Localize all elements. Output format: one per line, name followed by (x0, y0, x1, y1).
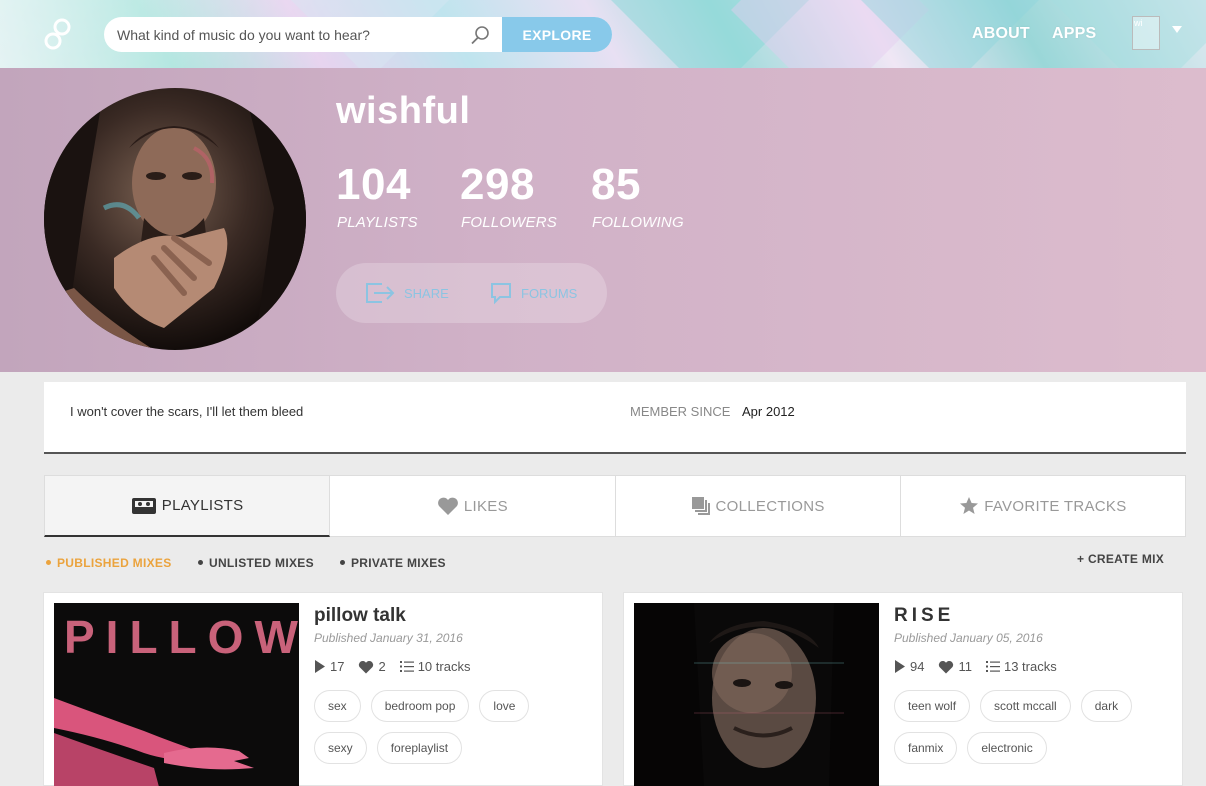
nav-about[interactable]: ABOUT (972, 25, 1030, 43)
following-count[interactable]: 85 (591, 160, 641, 210)
speech-bubble-icon (491, 283, 511, 305)
mix-tag[interactable]: scott mccall (980, 690, 1071, 722)
mix-published-date: Published January 31, 2016 (314, 631, 463, 645)
bullet-icon (340, 560, 345, 565)
tab-playlists-label: PLAYLISTS (161, 497, 244, 514)
mix-likes-count: 11 (958, 659, 972, 674)
share-button[interactable]: SHARE (364, 263, 449, 323)
tab-favorite-tracks[interactable]: FAVORITE TRACKS (900, 475, 1186, 537)
profile-photo (44, 88, 306, 350)
mix-likes: 2 (358, 659, 386, 674)
mix-tag[interactable]: fanmix (894, 732, 958, 764)
mix-card: PILLOW pillow talk Published January 31,… (43, 592, 603, 786)
bullet-icon (46, 560, 51, 565)
heart-icon (437, 497, 458, 515)
share-label: SHARE (404, 285, 449, 301)
star-icon (960, 497, 979, 514)
mix-tags: teen wolf scott mccall dark fanmix elect… (894, 690, 1174, 774)
tab-likes-label: LIKES (463, 497, 508, 515)
share-icon (366, 283, 395, 303)
forums-button[interactable]: FORUMS (489, 263, 577, 323)
list-icon (985, 661, 1000, 672)
mix-stats: 94 11 13 tracks (894, 659, 1071, 674)
collections-icon (691, 497, 710, 515)
mix-title[interactable]: pillow talk (314, 605, 406, 627)
list-icon (399, 661, 414, 672)
search-input[interactable] (104, 17, 502, 52)
mix-tag[interactable]: dark (1080, 690, 1133, 722)
forums-label: FORUMS (521, 285, 578, 301)
8tracks-logo-icon[interactable] (40, 16, 76, 52)
search-bar: EXPLORE (104, 17, 612, 52)
mix-published-date: Published January 05, 2016 (894, 631, 1043, 645)
mix-tag[interactable]: foreplaylist (376, 732, 463, 764)
mix-tag[interactable]: teen wolf (894, 690, 971, 722)
mix-title[interactable]: RISE (894, 605, 954, 627)
profile-banner: wishful 104 PLAYLISTS 298 FOLLOWERS 85 F… (0, 68, 1206, 372)
mix-tag[interactable]: love (479, 690, 530, 722)
mix-tag[interactable]: sexy (314, 732, 367, 764)
heart-icon (359, 660, 374, 673)
playlists-label[interactable]: PLAYLISTS (337, 214, 418, 231)
play-icon (315, 660, 325, 673)
mix-tags: sex bedroom pop love sexy foreplaylist (314, 690, 594, 774)
mix-card: RISE Published January 05, 2016 94 11 13… (623, 592, 1183, 786)
profile-actions: SHARE FORUMS (336, 263, 607, 323)
tab-collections-label: COLLECTIONS (715, 497, 825, 515)
subtab-published-label: PUBLISHED MIXES (57, 556, 172, 570)
mix-stats: 17 2 10 tracks (314, 659, 484, 674)
followers-count[interactable]: 298 (460, 160, 535, 210)
mix-plays-count: 17 (330, 659, 345, 674)
member-since-value: Apr 2012 (742, 404, 795, 419)
member-since-label: MEMBER SINCE (630, 404, 731, 419)
user-avatar[interactable]: wi (1132, 16, 1160, 50)
cassette-icon (131, 497, 156, 514)
mix-plays: 94 (894, 659, 924, 674)
play-icon (895, 660, 905, 673)
about-card: I won't cover the scars, I'll let them b… (44, 382, 1186, 454)
mix-plays: 17 (314, 659, 344, 674)
bullet-icon (198, 560, 203, 565)
mix-tag[interactable]: sex (314, 690, 361, 722)
subtab-unlisted-label: UNLISTED MIXES (209, 556, 314, 570)
playlists-count[interactable]: 104 (336, 160, 411, 210)
create-mix-button[interactable]: + CREATE MIX (1077, 552, 1164, 566)
profile-bio: I won't cover the scars, I'll let them b… (70, 404, 304, 419)
followers-label[interactable]: FOLLOWERS (461, 214, 557, 231)
mix-likes: 11 (938, 659, 972, 674)
mix-cover-text: PILLOW (64, 611, 299, 663)
mix-tracks-count: 10 tracks (417, 659, 471, 674)
profile-tabs: PLAYLISTS LIKES COLLECTIONS FAVORITE TRA… (44, 475, 1186, 537)
mix-cover[interactable] (634, 603, 879, 786)
mix-likes-count: 2 (378, 659, 386, 674)
profile-username: wishful (336, 90, 471, 132)
tab-collections[interactable]: COLLECTIONS (615, 475, 901, 537)
search-icon[interactable] (468, 17, 492, 52)
mix-tracks-count: 13 tracks (1003, 659, 1057, 674)
subtab-unlisted-mixes[interactable]: UNLISTED MIXES (198, 556, 314, 570)
top-bar: EXPLORE ABOUT APPS wi (0, 0, 1206, 68)
mix-tag[interactable]: electronic (967, 732, 1047, 764)
subtab-published-mixes[interactable]: PUBLISHED MIXES (46, 556, 172, 570)
avatar-alt-text: wi (1134, 18, 1143, 28)
mix-tracks: 13 tracks (985, 659, 1057, 674)
mix-plays-count: 94 (910, 659, 925, 674)
tab-likes[interactable]: LIKES (330, 475, 616, 537)
tab-playlists[interactable]: PLAYLISTS (44, 475, 331, 537)
mix-tracks: 10 tracks (399, 659, 471, 674)
chevron-down-icon[interactable] (1172, 26, 1182, 33)
mix-cover[interactable]: PILLOW (54, 603, 299, 786)
subtab-private-label: PRIVATE MIXES (351, 556, 446, 570)
tab-favorite-tracks-label: FAVORITE TRACKS (984, 497, 1127, 515)
mix-tag[interactable]: bedroom pop (370, 690, 470, 722)
explore-button[interactable]: EXPLORE (502, 17, 612, 52)
nav-apps[interactable]: APPS (1052, 25, 1096, 43)
subtab-private-mixes[interactable]: PRIVATE MIXES (340, 556, 446, 570)
heart-icon (939, 660, 954, 673)
following-label[interactable]: FOLLOWING (592, 214, 684, 231)
